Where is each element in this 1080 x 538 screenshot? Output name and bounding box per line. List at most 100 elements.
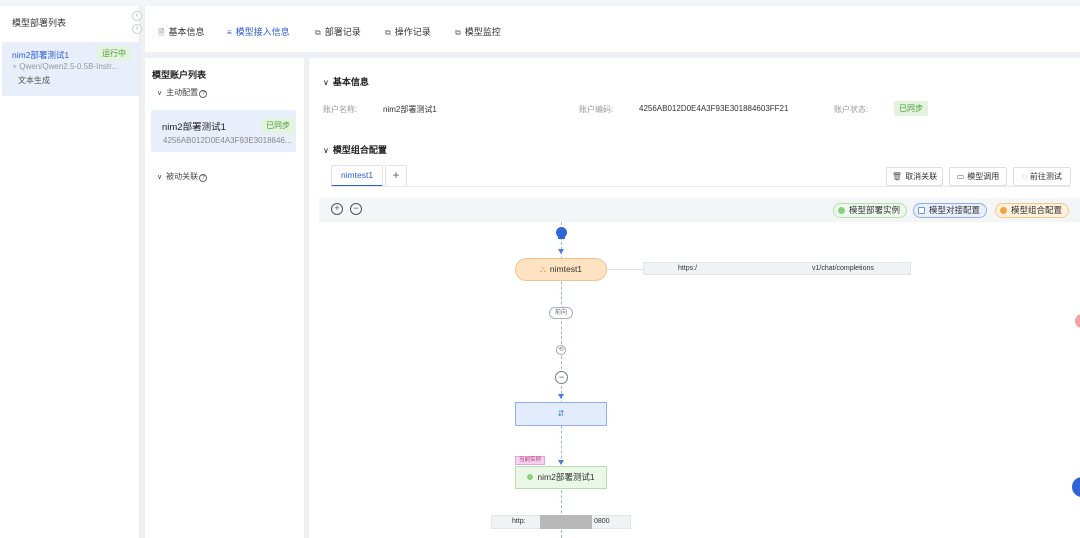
trash-icon: 🗑 — [891, 172, 903, 181]
deployment-list-item[interactable]: nim2部署测试1 运行中 ♆ Qwen/Qwen2.5-0.5B-Instr..… — [2, 42, 139, 96]
tab-operation-records[interactable]: ⧉ 操作记录 — [385, 25, 431, 38]
legend-deploy-instance: 模型部署实例 — [833, 203, 908, 218]
user-start-icon — [556, 227, 567, 239]
transform-icon: ⟲ — [556, 345, 566, 355]
collapse-left-icon[interactable]: ‹ — [132, 11, 142, 21]
field-label: 账户编码: — [579, 105, 614, 114]
arrow-down-icon — [558, 394, 564, 399]
heading-label: 基本信息 — [332, 77, 369, 87]
forward-pill: 前向 — [549, 307, 573, 319]
list-icon: ≡ — [227, 28, 232, 37]
section-label: 被动关联 — [166, 172, 199, 181]
help-icon[interactable]: ? — [199, 174, 208, 182]
tab-deploy-records[interactable]: ⧉ 部署记录 — [315, 25, 361, 38]
subtab-nimtest1[interactable]: nimtest1 — [331, 165, 383, 187]
instance-node[interactable]: nim2部署测试1 — [515, 466, 607, 489]
document-icon: 🗎 — [158, 28, 165, 37]
basic-info-heading[interactable]: ∨ 基本信息 — [323, 75, 369, 88]
heading-label: 模型组合配置 — [332, 145, 387, 155]
combo-config-heading[interactable]: ∨ 模型组合配置 — [323, 143, 387, 156]
unlink-button[interactable]: 🗑 取消关联 — [886, 167, 943, 186]
flow-canvas[interactable]: + − 模型部署实例 模型对接配置 模型组合配置 ⛬ nimtest1 https… — [319, 198, 1080, 538]
legend-combo-config: 模型组合配置 — [995, 203, 1070, 218]
chevron-down-icon: ∨ — [157, 90, 163, 97]
main-content: ∨ 基本信息 账户名称: nim2部署测试1 账户编码: 4256AB012D0E… — [309, 58, 1080, 538]
model-icon: ♆ — [12, 64, 18, 71]
add-tab-button[interactable]: + — [385, 165, 407, 187]
running-status-badge: 运行中 — [97, 46, 131, 61]
record-icon: ⧉ — [385, 28, 391, 37]
tab-label: 基本信息 — [168, 27, 205, 37]
url-suffix: 0800 — [594, 518, 610, 525]
button-label: 前往测试 — [1029, 172, 1062, 181]
chevron-down-icon: ∨ — [157, 174, 163, 181]
url-suffix: v1/chat/completions — [812, 265, 874, 272]
deployment-model: ♆ Qwen/Qwen2.5-0.5B-Instr... — [12, 62, 118, 71]
collapse-right-icon[interactable]: › — [132, 24, 142, 34]
instance-endpoint-url: http: 0800 — [491, 515, 631, 529]
zoom-out-icon[interactable]: − — [350, 203, 362, 215]
arrow-down-icon — [558, 249, 564, 254]
monitor-icon: ⧉ — [455, 28, 461, 37]
interface-node-icon: ⇵ — [557, 409, 565, 418]
go-test-button[interactable]: ◌ 前往测试 — [1013, 167, 1071, 186]
chevron-down-icon: ∨ — [323, 78, 329, 87]
account-card-code: 4256AB012D0E4A3F93E3018846... — [163, 136, 292, 145]
field-label: 账户状态: — [834, 105, 869, 114]
synced-badge: 已同步 — [894, 101, 928, 116]
invoke-model-button[interactable]: ▭ 模型调用 — [949, 167, 1007, 186]
instance-dot-icon — [838, 207, 845, 214]
tab-model-monitor[interactable]: ⧉ 模型监控 — [455, 25, 501, 38]
legend-label: 模型部署实例 — [849, 205, 901, 215]
deployment-list-title: 模型部署列表 — [12, 18, 67, 28]
account-list-panel: 模型账户列表 ∨ 主动配置? nim2部署测试1 已同步 4256AB012D0E… — [145, 58, 304, 538]
model-name: Qwen/Qwen2.5-0.5B-Instr... — [19, 62, 118, 71]
legend-interface-config: 模型对接配置 — [913, 203, 988, 218]
collapse-node-button[interactable]: − — [555, 371, 568, 384]
url-prefix: http: — [512, 518, 526, 525]
arrow-down-icon — [558, 460, 564, 465]
instance-dot-icon — [527, 474, 534, 480]
tab-label: 模型监控 — [464, 27, 501, 37]
deployment-type: 文本生成 — [18, 76, 50, 85]
tab-model-access[interactable]: ≡ 模型接入信息 — [227, 25, 290, 38]
deployment-list-panel: 模型部署列表 ‹ › nim2部署测试1 运行中 ♆ Qwen/Qwen2.5-0… — [0, 6, 142, 538]
account-list-title: 模型账户列表 — [152, 70, 207, 80]
account-name-field: 账户名称: nim2部署测试1 — [323, 104, 437, 115]
tab-label: 操作记录 — [394, 27, 431, 37]
account-card[interactable]: nim2部署测试1 已同步 4256AB012D0E4A3F93E3018846… — [151, 110, 296, 152]
combo-endpoint-url: https:/ v1/chat/completions — [643, 262, 911, 275]
zoom-in-icon[interactable]: + — [331, 203, 343, 215]
monitor-icon: ▭ — [956, 172, 965, 181]
account-card-name: nim2部署测试1 — [162, 122, 226, 133]
combo-node[interactable]: ⛬ nimtest1 — [515, 258, 607, 281]
field-value: nim2部署测试1 — [383, 105, 437, 114]
url-prefix: https:/ — [678, 265, 698, 272]
interface-config-node[interactable]: ⇵ — [515, 402, 607, 426]
help-icon[interactable]: ? — [199, 90, 208, 98]
record-icon: ⧉ — [315, 28, 321, 37]
synced-badge: 已同步 — [261, 118, 295, 133]
canvas-toolbar: + − 模型部署实例 模型对接配置 模型组合配置 — [319, 198, 1080, 222]
legend-label: 模型对接配置 — [929, 205, 981, 215]
current-instance-tag: 当前实例 — [515, 456, 546, 465]
combo-dot-icon — [1000, 207, 1007, 214]
deployment-name: nim2部署测试1 — [12, 50, 70, 60]
field-label: 账户名称: — [323, 105, 358, 114]
combo-node-icon: ⛬ — [539, 264, 546, 274]
test-icon: ◌ — [1022, 172, 1027, 181]
legend-label: 模型组合配置 — [1011, 205, 1063, 215]
button-label: 模型调用 — [967, 172, 1000, 181]
tab-basic-info[interactable]: 🗎 基本信息 — [158, 25, 204, 41]
node-label: nimtest1 — [549, 264, 583, 274]
tab-label: 部署记录 — [324, 27, 361, 37]
url-connector — [607, 269, 643, 270]
chevron-down-icon: ∨ — [323, 146, 329, 155]
interface-dot-icon — [918, 207, 925, 214]
field-value: 4256AB012D0E4A3F93E301884603FF21 — [639, 104, 789, 113]
active-config-section[interactable]: ∨ 主动配置? — [157, 87, 208, 98]
redacted-mask — [540, 515, 592, 529]
passive-link-section[interactable]: ∨ 被动关联? — [157, 171, 208, 182]
tab-label: 模型接入信息 — [235, 27, 290, 37]
button-label: 取消关联 — [905, 172, 938, 181]
